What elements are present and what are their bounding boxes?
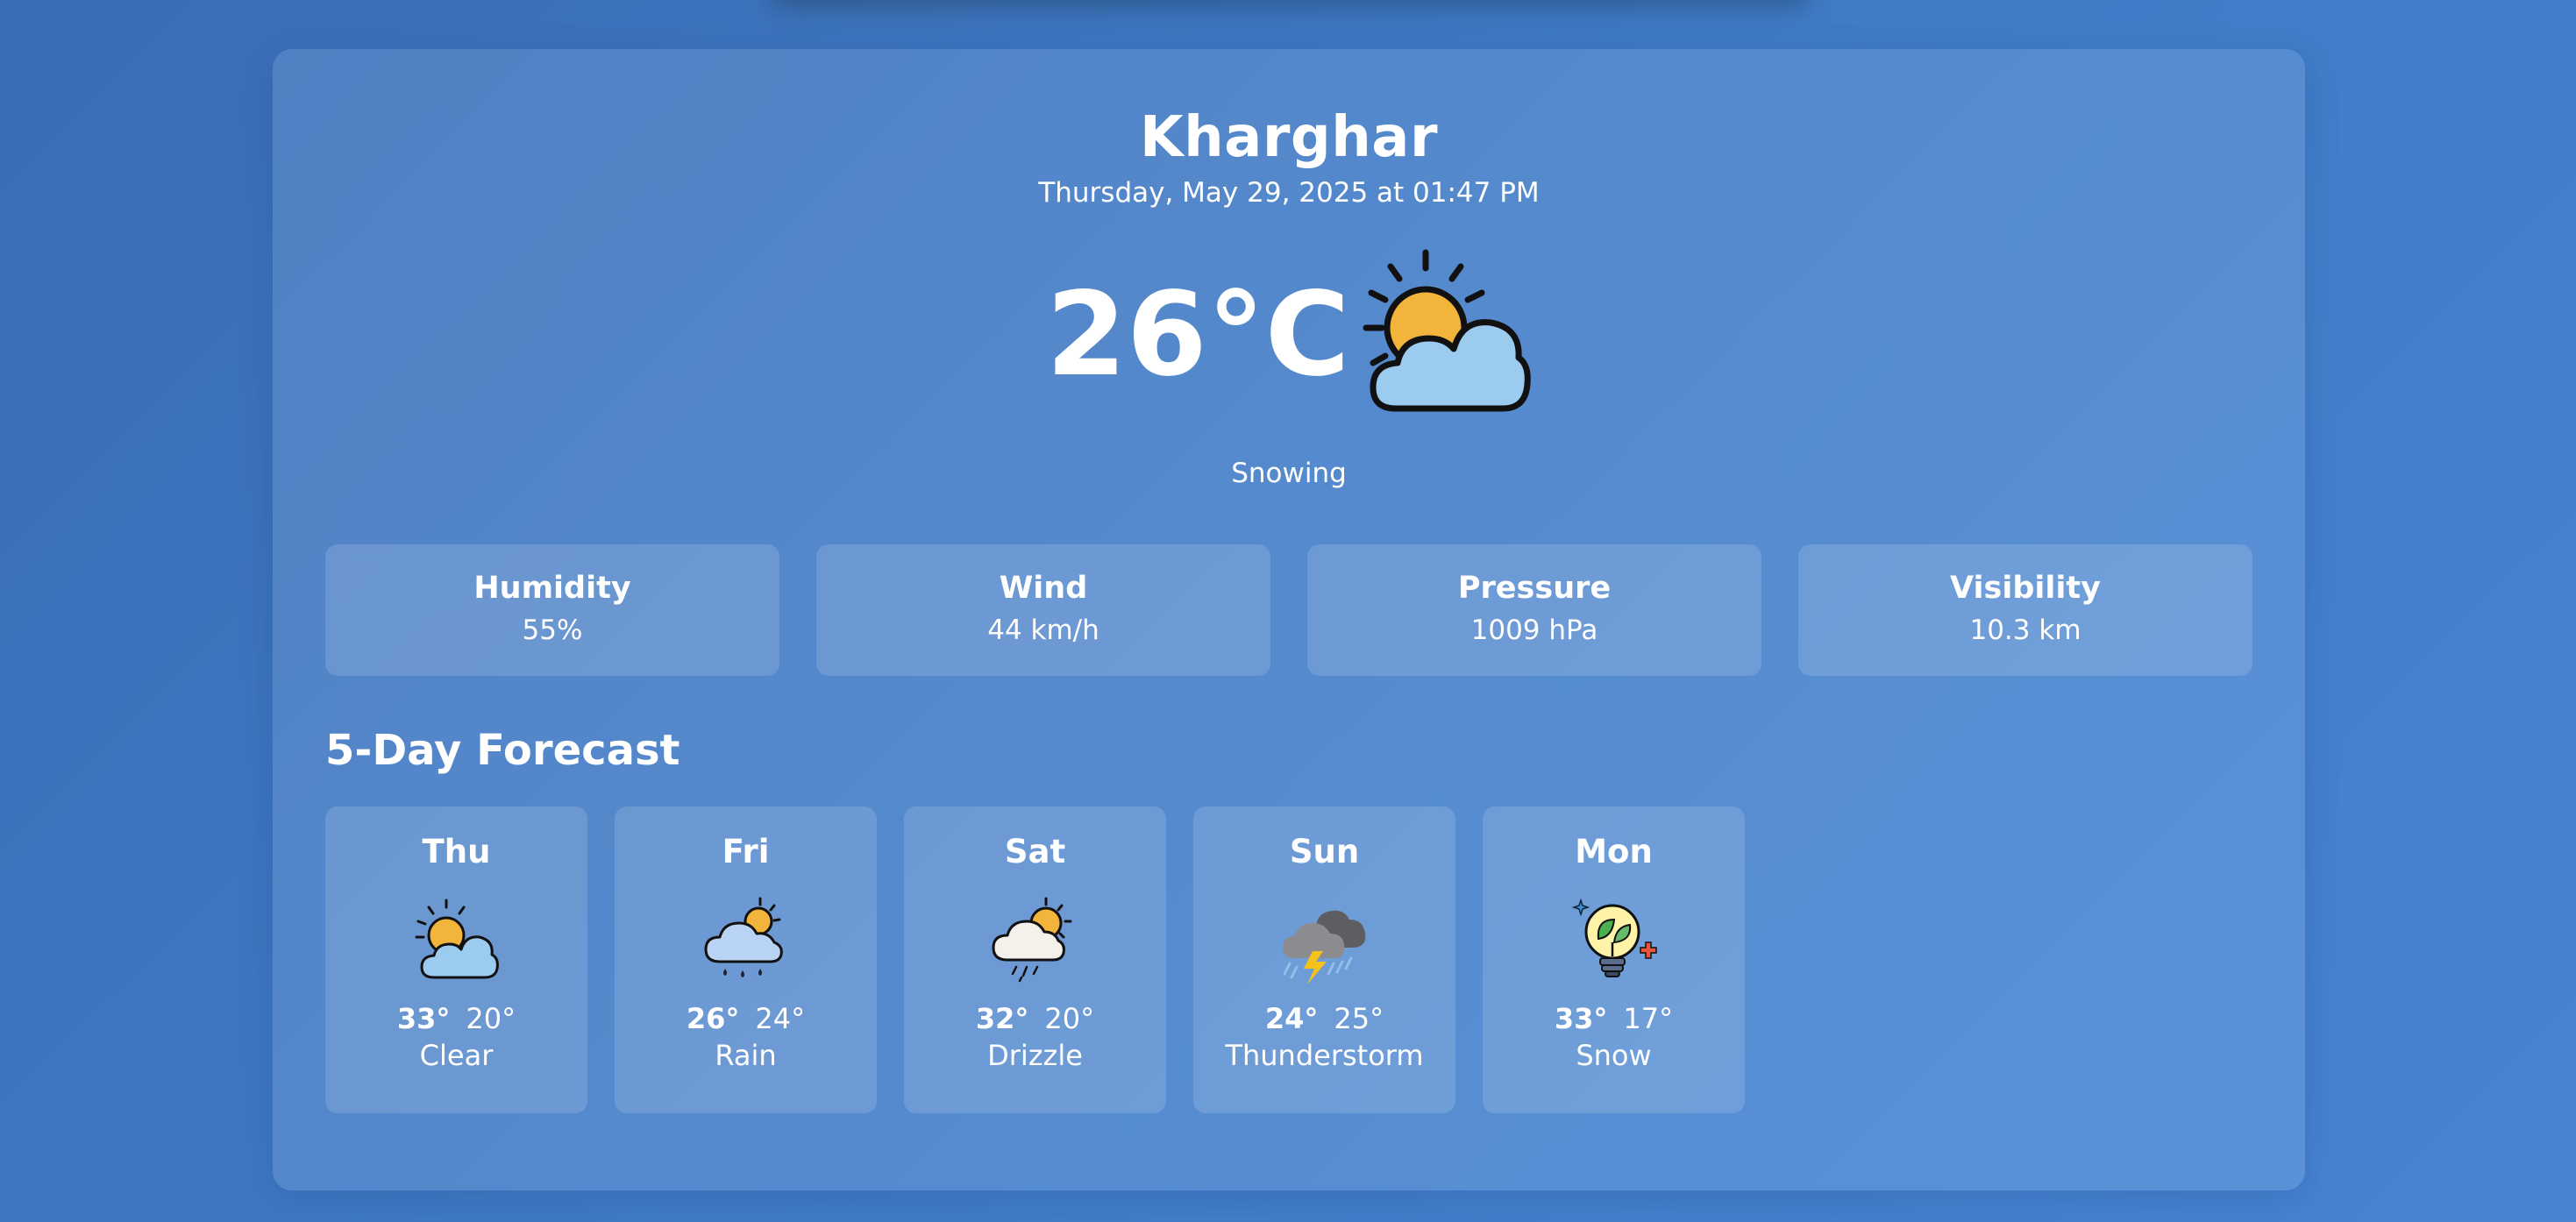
forecast-temps: 33° 20° — [325, 1002, 587, 1035]
stat-pressure: Pressure 1009 hPa — [1307, 544, 1761, 676]
stat-visibility: Visibility 10.3 km — [1798, 544, 2252, 676]
forecast-high: 24° — [1264, 1002, 1319, 1035]
current-condition: Snowing — [1231, 458, 1347, 489]
stat-value: 1009 hPa — [1470, 615, 1598, 646]
forecast-temps: 26° 24° — [615, 1002, 877, 1035]
forecast-low: 20° — [466, 1002, 516, 1035]
current-datetime: Thursday, May 29, 2025 at 01:47 PM — [1038, 177, 1540, 209]
forecast-day-fri: Fri 26° 24° Rain — [615, 806, 877, 1113]
forecast-day-name: Mon — [1575, 833, 1653, 870]
stat-label: Visibility — [1950, 571, 2101, 606]
forecast-low: 24° — [755, 1002, 806, 1035]
city-name: Kharghar — [1139, 105, 1439, 170]
forecast-list: Thu 33° 20° Clear Fri 26° 24° Rain Sat 3… — [325, 806, 1745, 1113]
stat-humidity: Humidity 55% — [325, 544, 779, 676]
weather-stats: Humidity 55% Wind 44 km/h Pressure 1009 … — [325, 544, 2254, 676]
forecast-low: 20° — [1044, 1002, 1095, 1035]
forecast-high: 32° — [975, 1002, 1029, 1035]
current-temperature: 26°C — [1046, 267, 1350, 402]
rain-cloud-icon — [704, 897, 783, 977]
partly-cloudy-icon — [415, 899, 499, 979]
stat-label: Pressure — [1457, 571, 1612, 606]
forecast-day-mon: Mon 33° 17° Snow — [1483, 806, 1745, 1113]
forecast-temps: 24° 25° — [1193, 1002, 1455, 1035]
forecast-desc: Rain — [715, 1039, 777, 1072]
forecast-low: 17° — [1623, 1002, 1674, 1035]
eco-lightbulb-icon — [1571, 898, 1657, 977]
stat-value: 44 km/h — [987, 615, 1099, 646]
forecast-high: 26° — [686, 1002, 740, 1035]
drizzle-icon — [992, 897, 1071, 983]
forecast-desc: Snow — [1576, 1039, 1652, 1072]
forecast-high: 33° — [396, 1002, 451, 1035]
thunderstorm-icon — [1282, 910, 1365, 984]
stat-value: 10.3 km — [1969, 615, 2081, 646]
forecast-title: 5-Day Forecast — [325, 726, 680, 775]
weather-card: Kharghar Thursday, May 29, 2025 at 01:47… — [273, 49, 2305, 1190]
forecast-desc: Clear — [419, 1039, 494, 1072]
forecast-day-name: Fri — [722, 833, 770, 870]
forecast-temps: 33° 17° — [1483, 1002, 1745, 1035]
stat-label: Humidity — [473, 571, 631, 606]
forecast-desc: Drizzle — [987, 1039, 1083, 1072]
forecast-low: 25° — [1334, 1002, 1384, 1035]
stat-wind: Wind 44 km/h — [816, 544, 1270, 676]
stat-value: 55% — [522, 615, 583, 646]
forecast-day-name: Thu — [422, 833, 491, 870]
forecast-high: 33° — [1554, 1002, 1608, 1035]
forecast-day-name: Sun — [1289, 833, 1360, 870]
forecast-day-name: Sat — [1004, 833, 1066, 870]
forecast-temps: 32° 20° — [904, 1002, 1166, 1035]
partly-cloudy-icon — [1363, 249, 1531, 412]
stat-label: Wind — [999, 571, 1088, 606]
forecast-day-sat: Sat 32° 20° Drizzle — [904, 806, 1166, 1113]
current-weather: 26°C — [273, 242, 2305, 435]
forecast-day-thu: Thu 33° 20° Clear — [325, 806, 587, 1113]
forecast-desc: Thunderstorm — [1225, 1039, 1424, 1072]
forecast-day-sun: Sun 24° 25° Thunderstorm — [1193, 806, 1455, 1113]
